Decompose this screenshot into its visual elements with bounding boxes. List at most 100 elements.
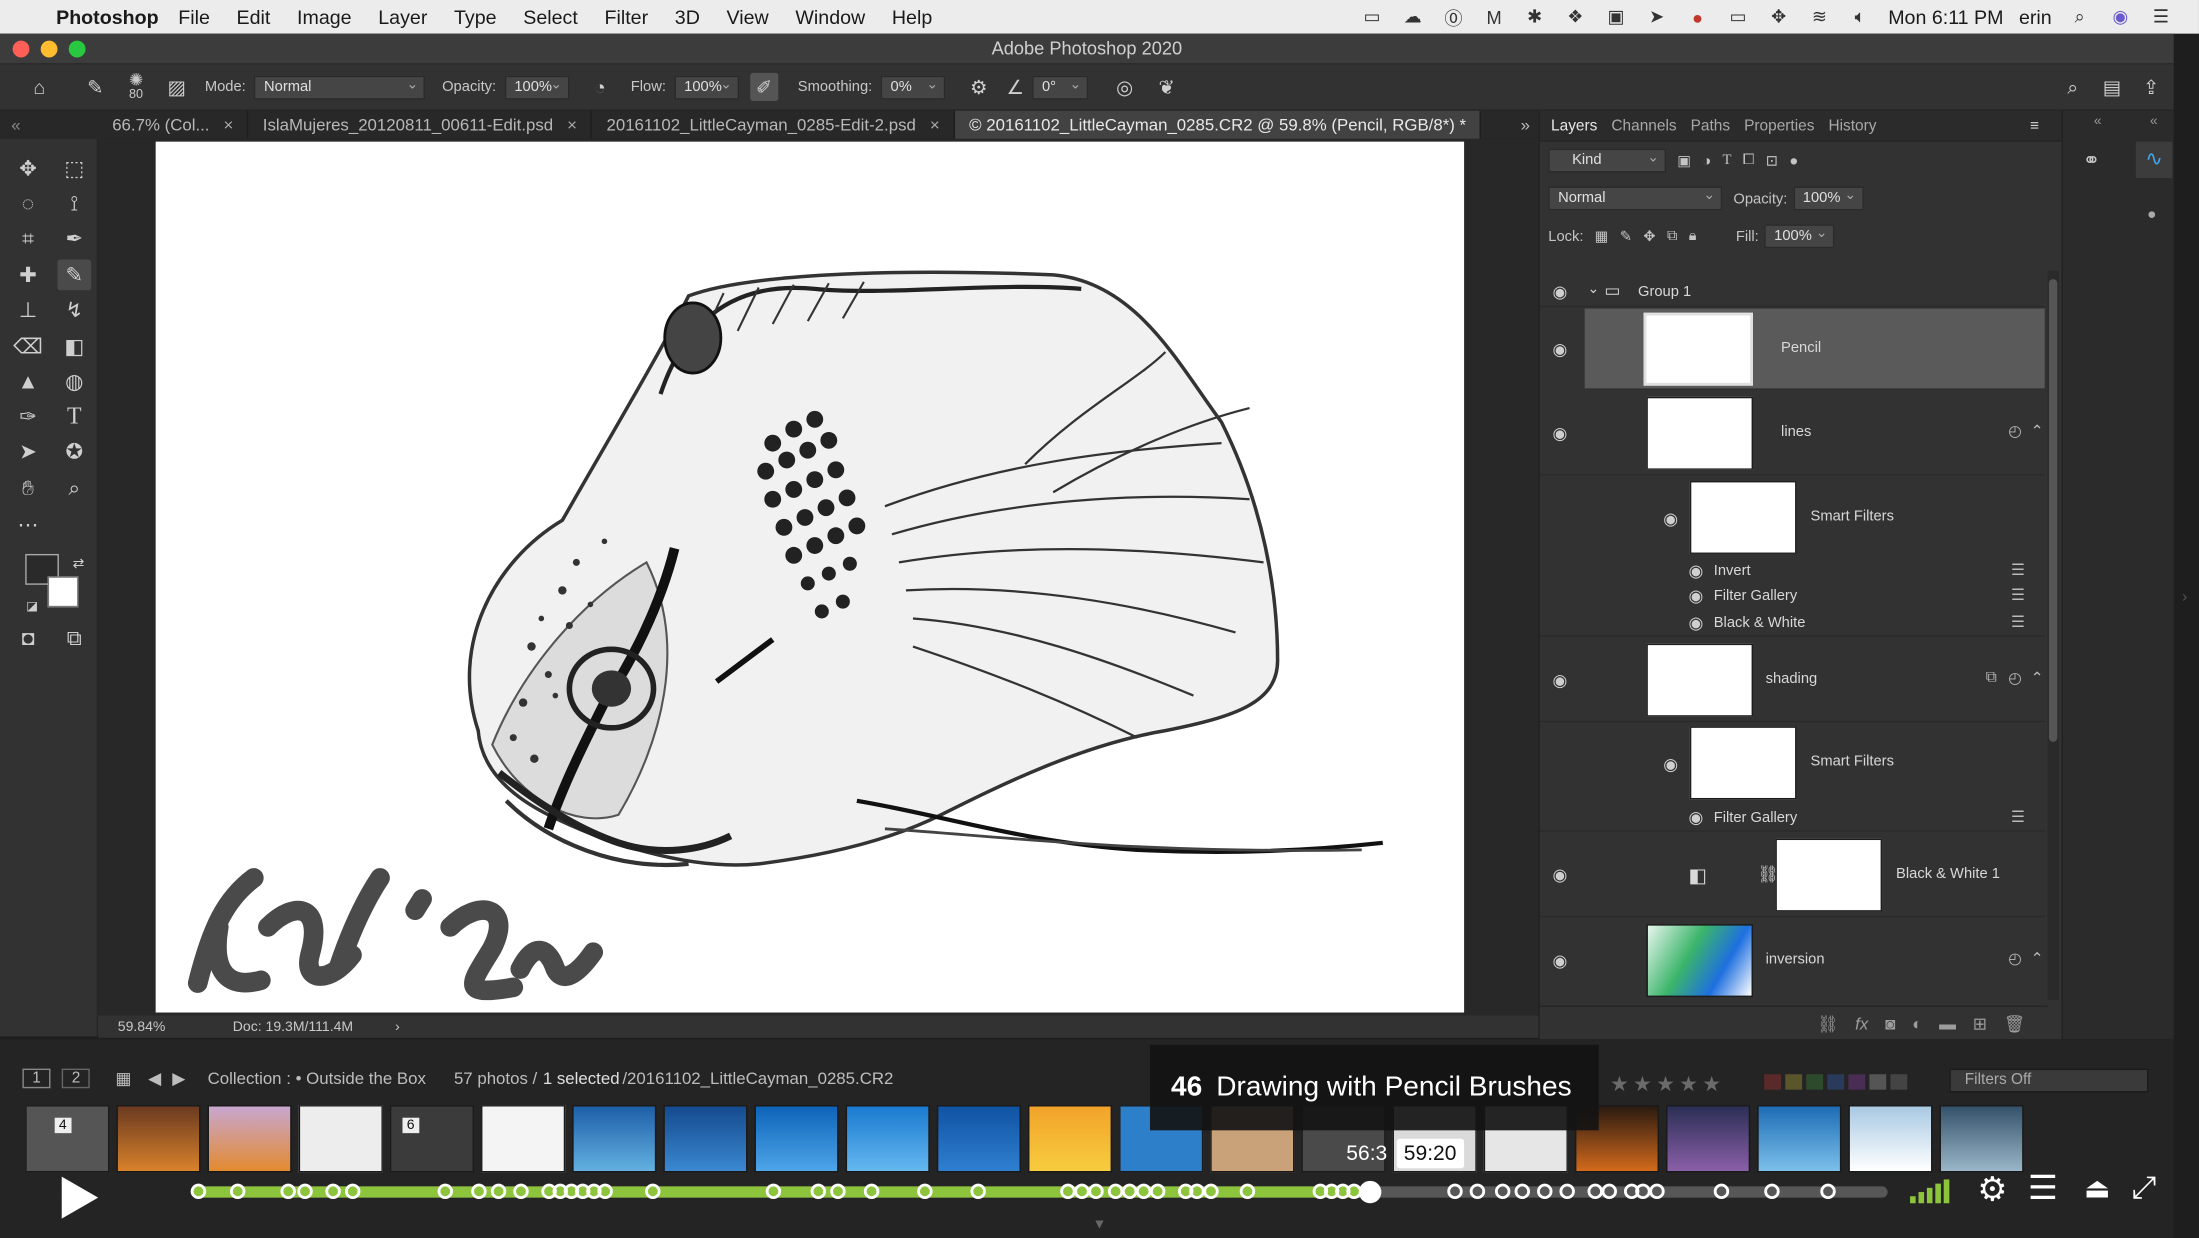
- filter-pixel-icon[interactable]: ▣: [1677, 152, 1691, 169]
- doc-size-info[interactable]: Doc: 19.3M/111.4M: [233, 1019, 353, 1034]
- new-adjustment-icon[interactable]: ◐: [1912, 1013, 1922, 1033]
- selected-filename[interactable]: /20161102_LittleCayman_0285.CR2: [622, 1069, 893, 1089]
- chapter-marker[interactable]: [490, 1183, 507, 1200]
- collapse-panel-left-icon[interactable]: «: [0, 115, 98, 135]
- visibility-eye-icon[interactable]: ◉: [1688, 614, 1708, 631]
- chapter-marker[interactable]: [1149, 1183, 1166, 1200]
- wifi-icon[interactable]: ≋: [1807, 6, 1832, 28]
- flow-field[interactable]: 100%: [674, 74, 739, 99]
- lock-artboard-icon[interactable]: ⧉: [1667, 227, 1678, 245]
- collapse-effects-icon[interactable]: ⌃: [2031, 422, 2044, 441]
- filter-blending-options-icon[interactable]: ☰: [2011, 561, 2025, 579]
- dodge-tool-icon[interactable]: ◍: [57, 366, 91, 397]
- opacity-field[interactable]: 100%: [504, 74, 570, 99]
- smoothing-field[interactable]: 0%: [880, 74, 946, 99]
- tab-channels[interactable]: Channels: [1609, 118, 1688, 140]
- brush-tool-preset-icon[interactable]: ✎: [81, 73, 109, 101]
- lasso-tool-icon[interactable]: ◌: [11, 188, 45, 219]
- panel-option-dot-icon[interactable]: ●: [2147, 206, 2156, 223]
- collapse-dock-icon[interactable]: «: [2150, 114, 2158, 129]
- video-timeline[interactable]: [190, 1180, 1888, 1204]
- move-icon[interactable]: ✥: [1766, 6, 1791, 28]
- chapter-marker[interactable]: [229, 1183, 246, 1200]
- close-window-button[interactable]: [12, 40, 30, 58]
- new-layer-icon[interactable]: ⊞: [1973, 1013, 1987, 1033]
- volume-level-icon[interactable]: [1910, 1178, 1958, 1204]
- record-icon[interactable]: ●: [1685, 6, 1710, 28]
- quick-select-tool-icon[interactable]: ⟟: [57, 188, 91, 219]
- chapter-marker[interactable]: [325, 1183, 341, 1200]
- layer-inversion[interactable]: ◉ inversion ◴ ⌃: [1540, 919, 2045, 1003]
- history-brush-tool-icon[interactable]: ↯: [57, 295, 91, 326]
- filter-shape-icon[interactable]: ⧠: [1743, 151, 1755, 169]
- workspace-icon[interactable]: ▤: [2098, 73, 2126, 101]
- filter-adjustment-icon[interactable]: ◑: [1702, 152, 1711, 169]
- filter-gallery-row[interactable]: ◉ Filter Gallery ☰: [1539, 804, 2045, 832]
- link-layers-icon[interactable]: ⛓︎: [1817, 1013, 1838, 1033]
- chapter-marker[interactable]: [1820, 1183, 1836, 1200]
- filter-gallery-row[interactable]: ◉ Filter Gallery ☰: [1540, 583, 2045, 608]
- menu-filter[interactable]: Filter: [604, 6, 648, 28]
- symmetry-icon[interactable]: ❦: [1153, 73, 1181, 101]
- collapse-effects-icon[interactable]: ⌃: [2031, 949, 2044, 968]
- adjustments-panel-icon[interactable]: ⚭: [2083, 147, 2101, 173]
- healing-tool-icon[interactable]: ✚: [11, 259, 45, 290]
- blur-tool-icon[interactable]: ▲: [11, 366, 45, 397]
- add-mask-icon[interactable]: ◙: [1885, 1013, 1895, 1033]
- filter-type-icon[interactable]: T: [1723, 153, 1732, 168]
- visibility-eye-icon[interactable]: ◉: [1552, 952, 1572, 969]
- share-icon[interactable]: ⇪: [2137, 73, 2165, 101]
- kind-filter-dropdown[interactable]: Kind: [1548, 147, 1667, 173]
- lock-transparent-icon[interactable]: ▦: [1595, 228, 1609, 245]
- more-tools-icon[interactable]: ⋯: [11, 509, 45, 540]
- chapter-marker[interactable]: [1088, 1183, 1104, 1200]
- lock-position-icon[interactable]: ✥: [1643, 228, 1655, 245]
- layers-scrollbar[interactable]: [2047, 270, 2059, 1000]
- bluetooth-icon[interactable]: ✱: [1522, 6, 1547, 28]
- menu-view[interactable]: View: [727, 6, 769, 28]
- filter-toggle-icon[interactable]: ●: [1789, 152, 1798, 169]
- chapters-list-icon[interactable]: ☰: [2028, 1168, 2058, 1209]
- tab-layers[interactable]: Layers: [1548, 118, 1608, 140]
- more-tabs-icon[interactable]: »: [1521, 115, 1539, 135]
- swap-colors-icon[interactable]: ⇄: [62, 548, 96, 579]
- document-canvas[interactable]: [155, 141, 1465, 1013]
- close-tab-icon[interactable]: ×: [224, 111, 234, 139]
- filters-dropdown[interactable]: Filters Off: [1949, 1068, 2149, 1093]
- layer-lines[interactable]: ◉ lines ◴ ⌃: [1539, 391, 2045, 476]
- menu-app-name[interactable]: Photoshop: [56, 6, 159, 28]
- type-tool-icon[interactable]: T: [57, 401, 91, 432]
- volume-icon[interactable]: 🔈︎: [1848, 6, 1873, 28]
- mode-dropdown[interactable]: Normal: [254, 74, 426, 99]
- marquee-tool-icon[interactable]: ⬚: [57, 153, 91, 184]
- airplay-video-icon[interactable]: ⏏: [2084, 1171, 2111, 1206]
- collection-name[interactable]: Collection : • Outside the Box: [208, 1069, 426, 1089]
- secondary-window-2-button[interactable]: 2: [61, 1068, 91, 1089]
- dropbox-icon[interactable]: ❖: [1563, 6, 1588, 28]
- eyedropper-tool-icon[interactable]: ✒: [57, 223, 91, 254]
- layer-black-white-adjustment[interactable]: ◉ ◧ ⛓︎ Black & White 1: [1539, 833, 2045, 918]
- timeline-scrubber-knob[interactable]: [1358, 1180, 1382, 1204]
- pen-tool-icon[interactable]: ✑: [11, 401, 45, 432]
- visibility-eye-icon[interactable]: ◉: [1688, 588, 1708, 605]
- menubar-user[interactable]: erin: [2019, 6, 2052, 28]
- chapter-marker[interactable]: [1559, 1183, 1575, 1200]
- shape-tool-icon[interactable]: ✪: [57, 436, 91, 467]
- group-expand-chevron-icon[interactable]: ⌄: [1588, 282, 1600, 297]
- screen-icon[interactable]: ▭: [1359, 6, 1384, 28]
- screen-mode-icon[interactable]: ⧉: [57, 623, 91, 654]
- chapter-marker[interactable]: [765, 1183, 782, 1200]
- doc-tab-1[interactable]: 66.7% (Col... ×: [98, 110, 249, 139]
- airbrush-icon[interactable]: ✐: [750, 72, 779, 101]
- brush-size-picker[interactable]: ✺ 80: [129, 72, 143, 101]
- chapter-marker[interactable]: [1469, 1183, 1486, 1200]
- filter-blending-options-icon[interactable]: ☰: [2011, 586, 2025, 605]
- chapter-marker[interactable]: [1537, 1183, 1553, 1200]
- minimize-window-button[interactable]: [40, 40, 58, 58]
- airplay-icon[interactable]: ▭: [1726, 6, 1751, 28]
- chapter-marker[interactable]: [1239, 1183, 1256, 1200]
- app-icon[interactable]: ▣: [1604, 6, 1629, 28]
- filter-blending-options-icon[interactable]: ☰: [2011, 808, 2025, 826]
- chapter-marker[interactable]: [810, 1183, 827, 1200]
- scrollbar-thumb[interactable]: [2048, 279, 2058, 742]
